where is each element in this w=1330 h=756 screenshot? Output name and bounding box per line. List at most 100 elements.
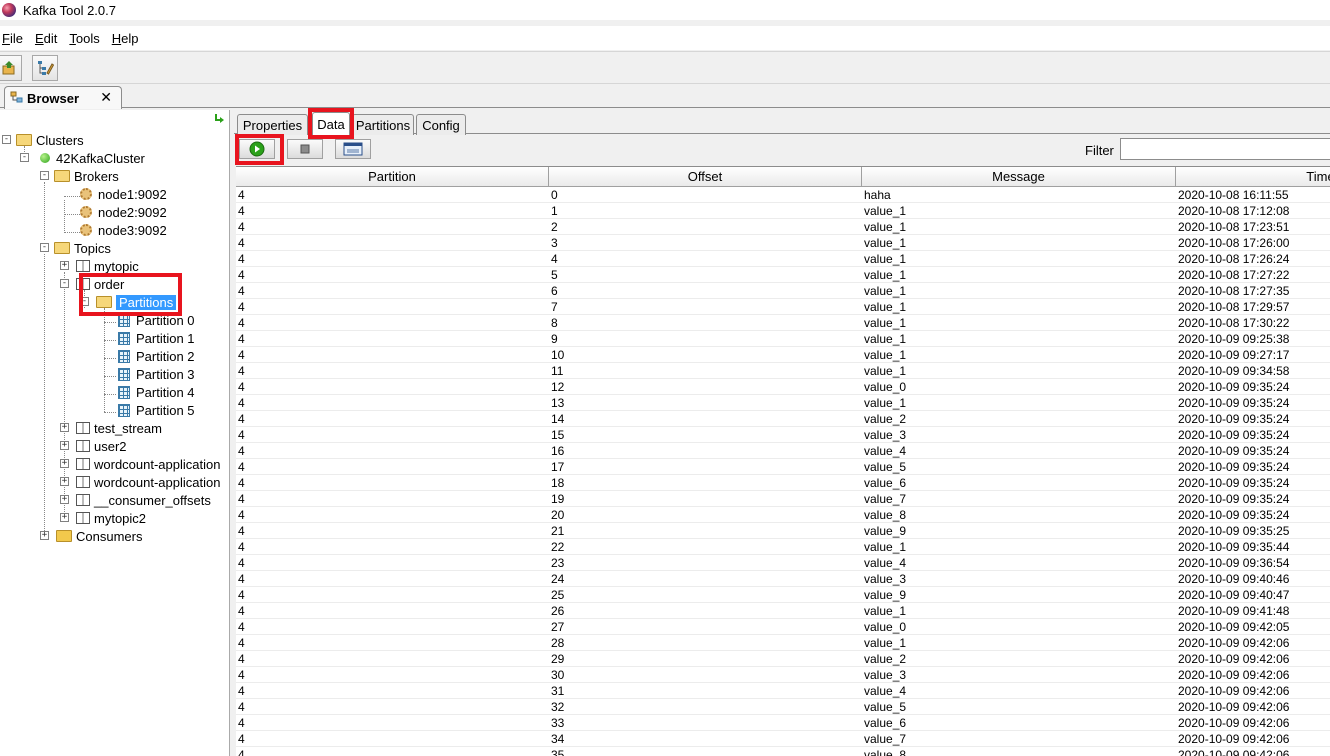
tree-node-topic[interactable]: + user2 [60, 437, 127, 455]
tree-node-partitions[interactable]: - Partitions [80, 293, 177, 311]
collapse-toggle[interactable]: - [80, 297, 89, 306]
tree-edit-button[interactable] [32, 55, 58, 81]
menu-edit[interactable]: Edit [33, 31, 63, 46]
collapse-toggle[interactable]: - [40, 171, 49, 180]
cell-time: 2020-10-08 17:26:24 [1178, 252, 1290, 266]
tree-node-topic[interactable]: + __consumer_offsets [60, 491, 211, 509]
table-row[interactable]: 4 33 value_6 2020-10-09 09:42:06 [236, 715, 1330, 731]
table-row[interactable]: 4 4 value_1 2020-10-08 17:26:24 [236, 251, 1330, 267]
expand-toggle[interactable]: + [40, 531, 49, 540]
expand-toggle[interactable]: + [60, 477, 69, 486]
expand-toggle[interactable]: + [60, 441, 69, 450]
tree-node-broker[interactable]: node1:9092 [80, 185, 167, 203]
table-row[interactable]: 4 12 value_0 2020-10-09 09:35:24 [236, 379, 1330, 395]
table-row[interactable]: 4 25 value_9 2020-10-09 09:40:47 [236, 587, 1330, 603]
tree-node-topic[interactable]: + wordcount-application [60, 473, 220, 491]
tree-node-partition[interactable]: Partition 5 [118, 401, 195, 419]
collapse-toggle[interactable]: - [40, 243, 49, 252]
menu-help[interactable]: Help [110, 31, 145, 46]
play-button[interactable] [239, 139, 275, 159]
tab-data[interactable]: Data [312, 112, 350, 135]
table-row[interactable]: 4 28 value_1 2020-10-09 09:42:06 [236, 635, 1330, 651]
add-connection-button[interactable] [0, 55, 22, 81]
filter-input[interactable] [1120, 138, 1330, 160]
tree-node-clusters[interactable]: - Clusters [2, 131, 84, 149]
tree-node-topic-order[interactable]: - order [60, 275, 124, 293]
column-header-message[interactable]: Message [862, 167, 1176, 187]
table-row[interactable]: 4 2 value_1 2020-10-08 17:23:51 [236, 219, 1330, 235]
tree-node-partition[interactable]: Partition 3 [118, 365, 195, 383]
column-header-partition[interactable]: Partition [236, 167, 549, 187]
table-row[interactable]: 4 8 value_1 2020-10-08 17:30:22 [236, 315, 1330, 331]
tree-node-cluster[interactable]: - 42KafkaCluster [20, 149, 145, 167]
tree-node-consumers[interactable]: + Consumers [40, 527, 142, 545]
table-row[interactable]: 4 30 value_3 2020-10-09 09:42:06 [236, 667, 1330, 683]
table-row[interactable]: 4 31 value_4 2020-10-09 09:42:06 [236, 683, 1330, 699]
table-row[interactable]: 4 24 value_3 2020-10-09 09:40:46 [236, 571, 1330, 587]
table-row[interactable]: 4 23 value_4 2020-10-09 09:36:54 [236, 555, 1330, 571]
browser-tab[interactable]: Browser ✕ [4, 86, 122, 109]
tree-label-partition: Partition 2 [136, 348, 195, 364]
cell-offset: 26 [551, 604, 565, 618]
tab-partitions[interactable]: Partitions [352, 114, 414, 135]
table-row[interactable]: 4 1 value_1 2020-10-08 17:12:08 [236, 203, 1330, 219]
table-row[interactable]: 4 19 value_7 2020-10-09 09:35:24 [236, 491, 1330, 507]
expand-toggle[interactable]: + [60, 261, 69, 270]
table-row[interactable]: 4 17 value_5 2020-10-09 09:35:24 [236, 459, 1330, 475]
stop-button[interactable] [287, 139, 323, 159]
table-row[interactable]: 4 21 value_9 2020-10-09 09:35:25 [236, 523, 1330, 539]
expand-toggle[interactable]: + [60, 495, 69, 504]
expand-toggle[interactable]: + [60, 459, 69, 468]
table-row[interactable]: 4 11 value_1 2020-10-09 09:34:58 [236, 363, 1330, 379]
column-header-offset[interactable]: Offset [549, 167, 862, 187]
tree-node-topic[interactable]: + wordcount-application [60, 455, 220, 473]
tree-node-topics[interactable]: - Topics [40, 239, 111, 257]
menu-file[interactable]: File [0, 31, 29, 46]
table-row[interactable]: 4 13 value_1 2020-10-09 09:35:24 [236, 395, 1330, 411]
table-row[interactable]: 4 3 value_1 2020-10-08 17:26:00 [236, 235, 1330, 251]
refresh-arrow-icon[interactable] [212, 112, 226, 126]
table-row[interactable]: 4 10 value_1 2020-10-09 09:27:17 [236, 347, 1330, 363]
tree-node-partition[interactable]: Partition 1 [118, 329, 195, 347]
expand-toggle[interactable]: + [60, 513, 69, 522]
cell-partition: 4 [238, 300, 245, 314]
menu-tools[interactable]: Tools [67, 31, 105, 46]
tree-node-topic[interactable]: + mytopic [60, 257, 139, 275]
table-row[interactable]: 4 16 value_4 2020-10-09 09:35:24 [236, 443, 1330, 459]
table-row[interactable]: 4 22 value_1 2020-10-09 09:35:44 [236, 539, 1330, 555]
table-row[interactable]: 4 18 value_6 2020-10-09 09:35:24 [236, 475, 1330, 491]
tree-label-topic: wordcount-application [94, 456, 221, 472]
table-row[interactable]: 4 15 value_3 2020-10-09 09:35:24 [236, 427, 1330, 443]
collapse-toggle[interactable]: - [20, 153, 29, 162]
table-row[interactable]: 4 29 value_2 2020-10-09 09:42:06 [236, 651, 1330, 667]
column-header-time[interactable]: Time [1176, 167, 1330, 187]
table-row[interactable]: 4 26 value_1 2020-10-09 09:41:48 [236, 603, 1330, 619]
tree-node-topic[interactable]: + mytopic2 [60, 509, 146, 527]
table-row[interactable]: 4 35 value_8 2020-10-09 09:42:06 [236, 747, 1330, 756]
expand-toggle[interactable]: + [60, 423, 69, 432]
collapse-toggle[interactable]: - [60, 279, 69, 288]
table-row[interactable]: 4 32 value_5 2020-10-09 09:42:06 [236, 699, 1330, 715]
table-row[interactable]: 4 14 value_2 2020-10-09 09:35:24 [236, 411, 1330, 427]
tab-properties[interactable]: Properties [237, 114, 308, 135]
table-row[interactable]: 4 7 value_1 2020-10-08 17:29:57 [236, 299, 1330, 315]
table-row[interactable]: 4 27 value_0 2020-10-09 09:42:05 [236, 619, 1330, 635]
close-icon[interactable]: ✕ [100, 89, 112, 106]
collapse-toggle[interactable]: - [2, 135, 11, 144]
tree-node-partition[interactable]: Partition 0 [118, 311, 195, 329]
tree-node-topic[interactable]: + test_stream [60, 419, 162, 437]
table-row[interactable]: 4 20 value_8 2020-10-09 09:35:24 [236, 507, 1330, 523]
table-row[interactable]: 4 34 value_7 2020-10-09 09:42:06 [236, 731, 1330, 747]
tree-node-partition[interactable]: Partition 2 [118, 347, 195, 365]
tree-node-partition[interactable]: Partition 4 [118, 383, 195, 401]
table-row[interactable]: 4 6 value_1 2020-10-08 17:27:35 [236, 283, 1330, 299]
cell-offset: 8 [551, 316, 558, 330]
table-row[interactable]: 4 5 value_1 2020-10-08 17:27:22 [236, 267, 1330, 283]
tree-node-brokers[interactable]: - Brokers [40, 167, 119, 185]
tree-node-broker[interactable]: node3:9092 [80, 221, 167, 239]
table-row[interactable]: 4 9 value_1 2020-10-09 09:25:38 [236, 331, 1330, 347]
window-button[interactable] [335, 139, 371, 159]
table-row[interactable]: 4 0 haha 2020-10-08 16:11:55 [236, 187, 1330, 203]
tree-node-broker[interactable]: node2:9092 [80, 203, 167, 221]
tab-config[interactable]: Config [416, 114, 466, 135]
